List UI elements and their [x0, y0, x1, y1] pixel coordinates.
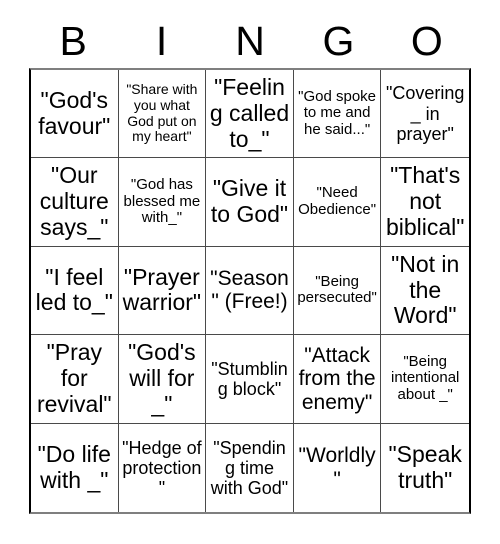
bingo-cell-n5[interactable]: "Spending time with God": [206, 423, 294, 512]
bingo-cell-o2[interactable]: "That's not biblical": [381, 158, 469, 247]
bingo-header-letter-o: O: [410, 17, 443, 64]
bingo-cell-n1[interactable]: "Feeling called to_": [206, 70, 294, 159]
bingo-cell-text: "Being intentional about _": [390, 352, 460, 404]
bingo-cell-b3[interactable]: "I feel led to_": [31, 246, 119, 336]
bingo-cell-n2[interactable]: "Give it to God": [206, 158, 294, 247]
bingo-header-letter-i: I: [155, 17, 168, 64]
bingo-cell-b5[interactable]: "Do life with _": [31, 423, 119, 512]
bingo-cell-i5[interactable]: "Hedge of protection": [119, 423, 207, 512]
bingo-cell-text: "Need Obedience": [298, 184, 377, 219]
bingo-cell-text: "That's not biblical": [385, 162, 465, 240]
bingo-cell-text: "Attack from the enemy": [298, 343, 376, 414]
bingo-cell-o5[interactable]: "Speak truth": [381, 424, 469, 512]
bingo-cell-text: "Season" (Free!): [210, 266, 289, 314]
bingo-header-letter-n: N: [235, 17, 265, 64]
bingo-cell-text: "Hedge of protection": [122, 437, 202, 498]
bingo-cell-i3[interactable]: "Prayer warrior": [118, 246, 207, 336]
bingo-header-row: B I N G O: [29, 14, 471, 68]
bingo-cell-text: "Being persecuted": [297, 272, 377, 307]
bingo-cell-text: "Prayer warrior": [122, 263, 202, 316]
bingo-cell-text: "God has blessed me with_": [123, 175, 201, 227]
bingo-cell-text: "God's will for _": [128, 339, 196, 417]
bingo-card: B I N G O "God's favour" "Share with you…: [0, 0, 500, 544]
bingo-cell-text: "Covering _ in prayer": [385, 83, 465, 144]
bingo-cell-b2[interactable]: "Our culture says_": [31, 158, 119, 247]
bingo-cell-g4[interactable]: "Attack from the enemy": [293, 335, 382, 424]
bingo-cell-o4[interactable]: "Being intentional about _": [381, 335, 469, 424]
bingo-cell-g2[interactable]: "Need Obedience": [293, 158, 382, 247]
bingo-cell-text: "Speak truth": [388, 441, 462, 493]
bingo-header-letter-b: B: [59, 17, 87, 64]
bingo-cell-text: "God's favour": [38, 86, 111, 139]
bingo-cell-text: "I feel led to_": [35, 263, 113, 316]
bingo-cell-text: "Do life with _": [37, 441, 111, 493]
bingo-cell-i4[interactable]: "God's will for _": [118, 335, 207, 424]
bingo-cell-b4[interactable]: "Pray for revival": [31, 335, 119, 424]
bingo-cell-text: "Pray for revival": [36, 339, 112, 417]
bingo-cell-text: "Worldly": [298, 444, 376, 491]
bingo-cell-g3[interactable]: "Being persecuted": [293, 246, 382, 336]
bingo-cell-n3-free-space[interactable]: "Season" (Free!): [206, 246, 294, 336]
bingo-cell-text: "Feeling called to_": [209, 74, 290, 152]
bingo-cell-text: "Share with you what God put on my heart…: [126, 81, 198, 145]
bingo-cell-text: "God spoke to me and he said...": [298, 87, 377, 139]
bingo-cell-b1[interactable]: "God's favour": [31, 70, 119, 159]
bingo-cell-i1[interactable]: "Share with you what God put on my heart…: [118, 70, 207, 159]
bingo-cell-text: "Spending time with God": [210, 437, 289, 498]
bingo-cell-text: "Stumbling block": [211, 358, 288, 399]
bingo-header-letter-g: G: [322, 17, 355, 64]
bingo-cell-g5[interactable]: "Worldly": [294, 423, 382, 512]
bingo-cell-text: "Give it to God": [210, 175, 289, 228]
bingo-cell-o3[interactable]: "Not in the Word": [381, 247, 469, 336]
bingo-grid: "God's favour" "Share with you what God …: [29, 68, 471, 514]
bingo-cell-o1[interactable]: "Covering _ in prayer": [381, 70, 469, 159]
bingo-cell-n4[interactable]: "Stumbling block": [206, 335, 294, 424]
bingo-cell-i2[interactable]: "God has blessed me with_": [118, 158, 207, 247]
bingo-cell-text: "Not in the Word": [391, 250, 460, 329]
bingo-cell-g1[interactable]: "God spoke to me and he said...": [293, 70, 382, 159]
bingo-cell-text: "Our culture says_": [39, 162, 109, 240]
